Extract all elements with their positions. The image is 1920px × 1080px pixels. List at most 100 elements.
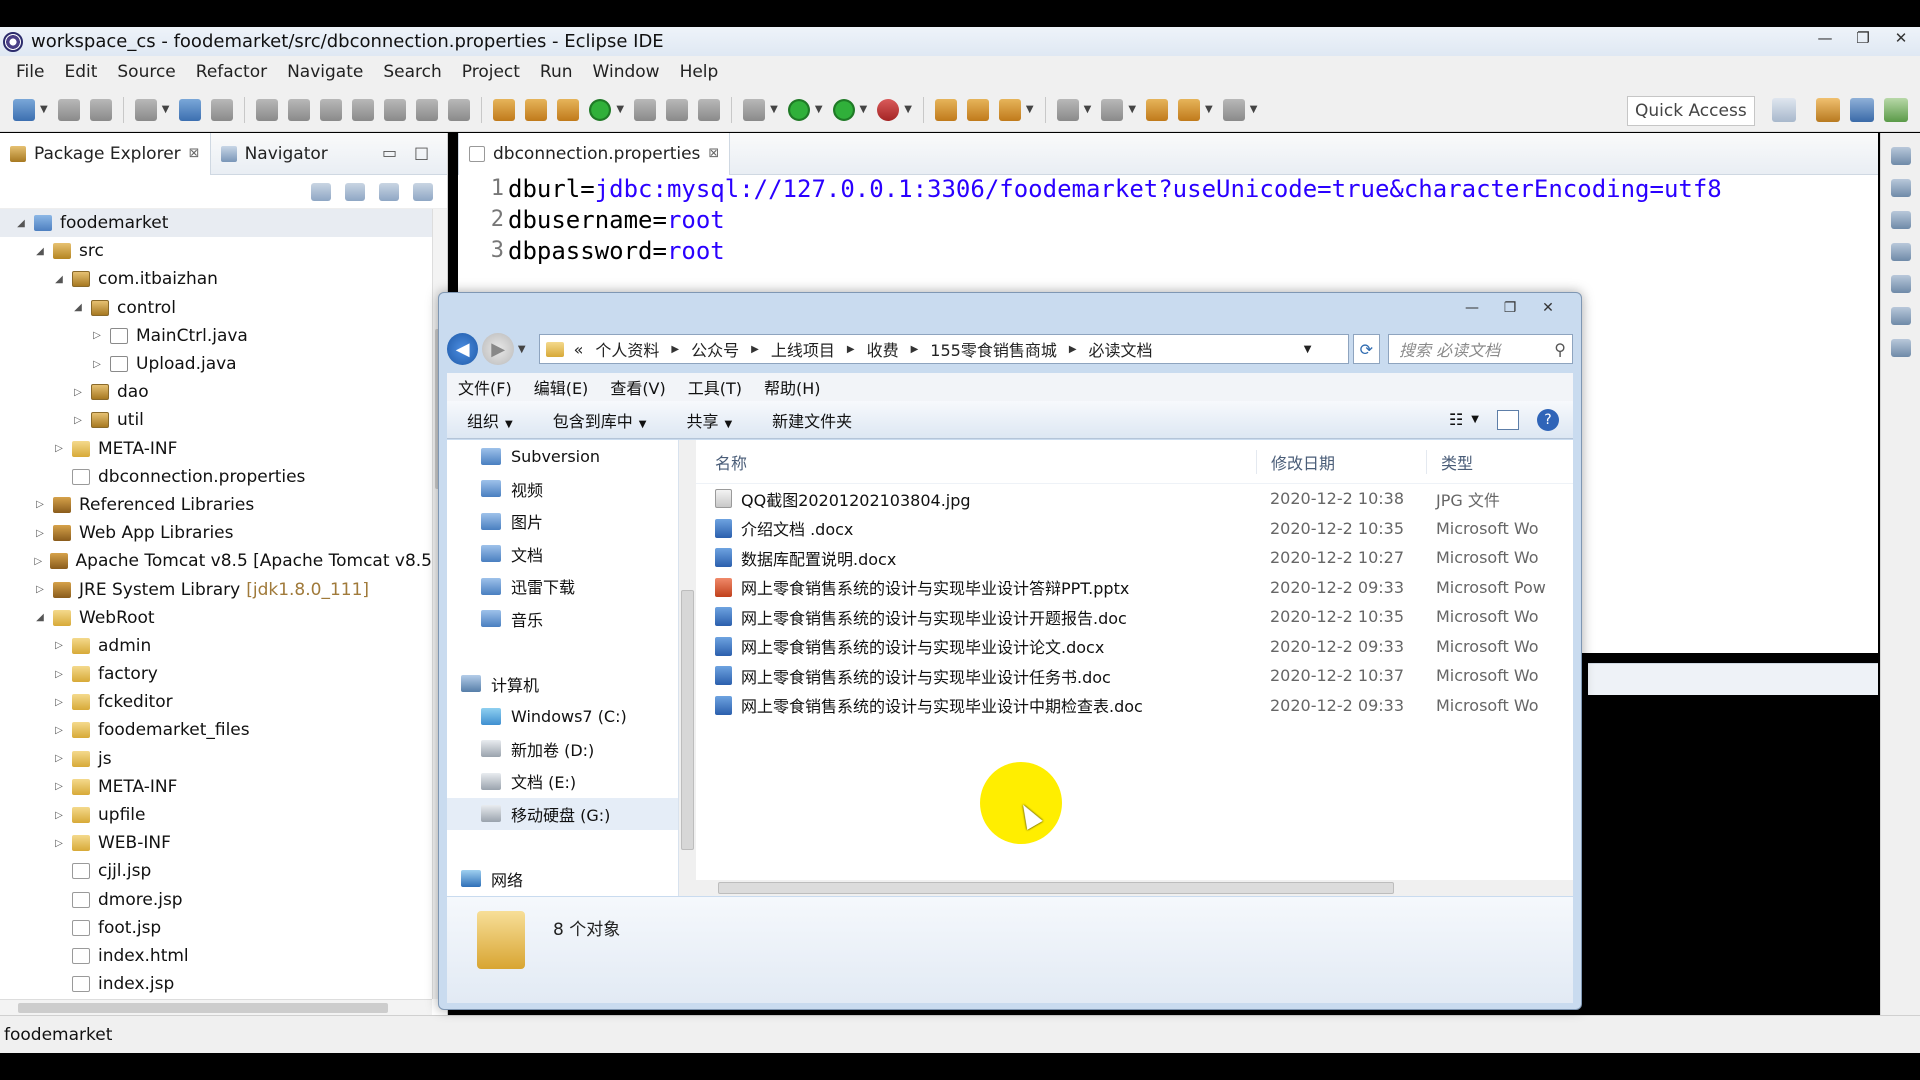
file-row[interactable]: 网上零食销售系统的设计与实现毕业设计中期检查表.doc 2020-12-2 09:… xyxy=(696,691,1573,721)
file-row[interactable]: QQ截图20201202103804.jpg 2020-12-2 10:38 JPG… xyxy=(696,484,1573,514)
menu-tools[interactable]: 工具(T) xyxy=(677,375,753,399)
collapse-all-icon[interactable] xyxy=(311,182,331,201)
menu-navigate[interactable]: Navigate xyxy=(277,62,373,82)
console-icon[interactable] xyxy=(1890,275,1911,293)
tree-item[interactable]: ▷ factory xyxy=(0,660,432,688)
resume-icon[interactable] xyxy=(256,98,279,121)
dropdown-icon[interactable]: ▼ xyxy=(162,104,170,115)
dropdown-icon[interactable]: ▼ xyxy=(770,104,778,115)
command-button[interactable]: 共享 ▼ xyxy=(666,408,752,432)
dropdown-icon[interactable]: ▼ xyxy=(1250,104,1258,115)
preview-pane-icon[interactable] xyxy=(1497,409,1519,430)
expand-toggle-icon[interactable]: ◢ xyxy=(52,274,66,285)
menu-file[interactable]: File xyxy=(6,62,54,82)
tree-item[interactable]: ◢ WebRoot xyxy=(0,604,432,632)
expand-toggle-icon[interactable]: ▷ xyxy=(52,669,66,680)
command-button[interactable]: 新建文件夹 xyxy=(752,408,872,432)
open-type-icon[interactable] xyxy=(134,98,157,121)
tab-navigator[interactable]: Navigator xyxy=(211,133,338,175)
command-button[interactable]: 包含到库中 ▼ xyxy=(533,408,667,432)
menu-run[interactable]: Run xyxy=(530,62,583,82)
menu-source[interactable]: Source xyxy=(107,62,185,82)
dropdown-icon[interactable]: ▼ xyxy=(1026,104,1034,115)
expand-toggle-icon[interactable]: ▷ xyxy=(33,499,47,510)
menu-file[interactable]: 文件(F) xyxy=(447,375,523,399)
skip-breakpoints-icon[interactable] xyxy=(211,98,234,121)
expand-toggle-icon[interactable]: ▷ xyxy=(33,584,47,595)
tab-dbconnection-properties[interactable]: dbconnection.properties ⊠ xyxy=(458,132,731,175)
file-row[interactable]: 网上零食销售系统的设计与实现毕业设计论文.docx 2020-12-2 09:33… xyxy=(696,632,1573,662)
quick-access-field[interactable]: Quick Access xyxy=(1627,96,1755,126)
file-row[interactable]: 数据库配置说明.docx 2020-12-2 10:27 Microsoft Wo xyxy=(696,543,1573,573)
block-selection-icon[interactable] xyxy=(666,98,689,121)
expand-toggle-icon[interactable]: ◢ xyxy=(33,246,47,257)
problems-icon[interactable] xyxy=(1890,307,1911,325)
forward-icon[interactable] xyxy=(1222,98,1245,121)
toggle-mark-icon[interactable] xyxy=(634,98,657,121)
external-tools-icon[interactable] xyxy=(877,98,900,121)
menu-refactor[interactable]: Refactor xyxy=(186,62,277,82)
dropdown-icon[interactable]: ▼ xyxy=(1084,104,1092,115)
expand-toggle-icon[interactable]: ▷ xyxy=(52,443,66,454)
minimize-view-icon[interactable]: ▭ xyxy=(382,143,397,162)
breadcrumb-separator-icon[interactable]: ▶ xyxy=(671,344,679,355)
menu-window[interactable]: Window xyxy=(583,62,670,82)
tree-item[interactable]: ◢ foodemarket xyxy=(0,209,432,238)
close-icon[interactable]: ⊠ xyxy=(189,146,200,161)
run-icon[interactable] xyxy=(787,98,810,121)
breadcrumb-item[interactable]: 个人资料 xyxy=(595,337,659,361)
change-view-icon[interactable]: ☷ xyxy=(1449,410,1463,429)
search-icon[interactable]: ⚲ xyxy=(1554,340,1566,359)
tree-item[interactable]: ◢ control xyxy=(0,294,432,322)
maximize-view-icon[interactable]: □ xyxy=(414,143,429,162)
close-button[interactable]: ✕ xyxy=(1882,27,1920,49)
previous-annotation-icon[interactable] xyxy=(1101,98,1124,121)
breadcrumb-item[interactable]: 收费 xyxy=(867,337,899,361)
explorer-minimize-button[interactable]: — xyxy=(1453,297,1491,319)
code-line[interactable]: 2 dbusername= root xyxy=(458,204,1722,235)
menu-project[interactable]: Project xyxy=(452,62,530,82)
expand-toggle-icon[interactable]: ▷ xyxy=(52,838,66,849)
expand-toggle-icon[interactable]: ▷ xyxy=(52,640,66,651)
view-dropdown-icon[interactable]: ▼ xyxy=(1471,414,1479,425)
open-perspective-icon[interactable] xyxy=(1772,98,1796,122)
file-list-scrollbar[interactable] xyxy=(696,880,1573,896)
expand-toggle-icon[interactable]: ▷ xyxy=(52,781,66,792)
breadcrumb-item[interactable]: 必读文档 xyxy=(1089,337,1153,361)
nav-item[interactable]: Windows7 (C:) xyxy=(447,700,678,733)
nav-item[interactable]: 视频 xyxy=(447,473,678,506)
recent-pages-icon[interactable]: ▼ xyxy=(518,344,526,355)
link-with-editor-icon[interactable] xyxy=(345,182,365,201)
tree-item[interactable]: index.jsp xyxy=(0,970,432,998)
file-row[interactable]: 网上零食销售系统的设计与实现毕业设计任务书.doc 2020-12-2 10:37… xyxy=(696,661,1573,691)
column-type[interactable]: 类型 xyxy=(1426,449,1473,474)
nav-item[interactable]: 计算机 xyxy=(447,668,678,701)
task-list-icon[interactable] xyxy=(1890,211,1911,229)
servers-icon[interactable] xyxy=(1890,243,1911,261)
close-icon[interactable]: ⊠ xyxy=(708,146,719,161)
nav-item[interactable]: 图片 xyxy=(447,505,678,538)
dropdown-icon[interactable]: ▼ xyxy=(1128,104,1136,115)
expand-toggle-icon[interactable]: ▷ xyxy=(33,556,44,567)
nav-item[interactable]: 文档 xyxy=(447,538,678,571)
open-folder-icon[interactable] xyxy=(966,98,989,121)
tree-item[interactable]: ▷ META-INF xyxy=(0,773,432,801)
tree-item[interactable]: ▷ META-INF xyxy=(0,435,432,463)
help-icon[interactable] xyxy=(1890,339,1911,357)
expand-toggle-icon[interactable]: ▷ xyxy=(90,330,104,341)
file-row[interactable]: 介绍文档 .docx 2020-12-2 10:35 Microsoft Wo xyxy=(696,514,1573,544)
search-input[interactable]: 搜索 必读文档 ⚲ xyxy=(1388,334,1573,364)
navigation-scrollbar[interactable] xyxy=(679,440,696,896)
expand-toggle-icon[interactable]: ▷ xyxy=(52,697,66,708)
minimize-button[interactable]: — xyxy=(1806,27,1844,49)
tree-item[interactable]: ▷ util xyxy=(0,406,432,434)
step-into-icon[interactable] xyxy=(384,98,407,121)
breadcrumb-separator-icon[interactable]: ▶ xyxy=(847,344,855,355)
publish-icon[interactable] xyxy=(525,98,548,121)
explorer-maximize-button[interactable]: ❐ xyxy=(1491,297,1529,319)
refresh-icon[interactable]: ⟳ xyxy=(1352,334,1381,364)
file-row[interactable]: 网上零食销售系统的设计与实现毕业设计开题报告.doc 2020-12-2 10:3… xyxy=(696,602,1573,632)
code-line[interactable]: 1 dburl= jdbc:mysql://127.0.0.1:3306/foode… xyxy=(458,173,1722,204)
breadcrumb-overflow[interactable]: « xyxy=(574,340,584,359)
search-tool-icon[interactable] xyxy=(998,98,1021,121)
